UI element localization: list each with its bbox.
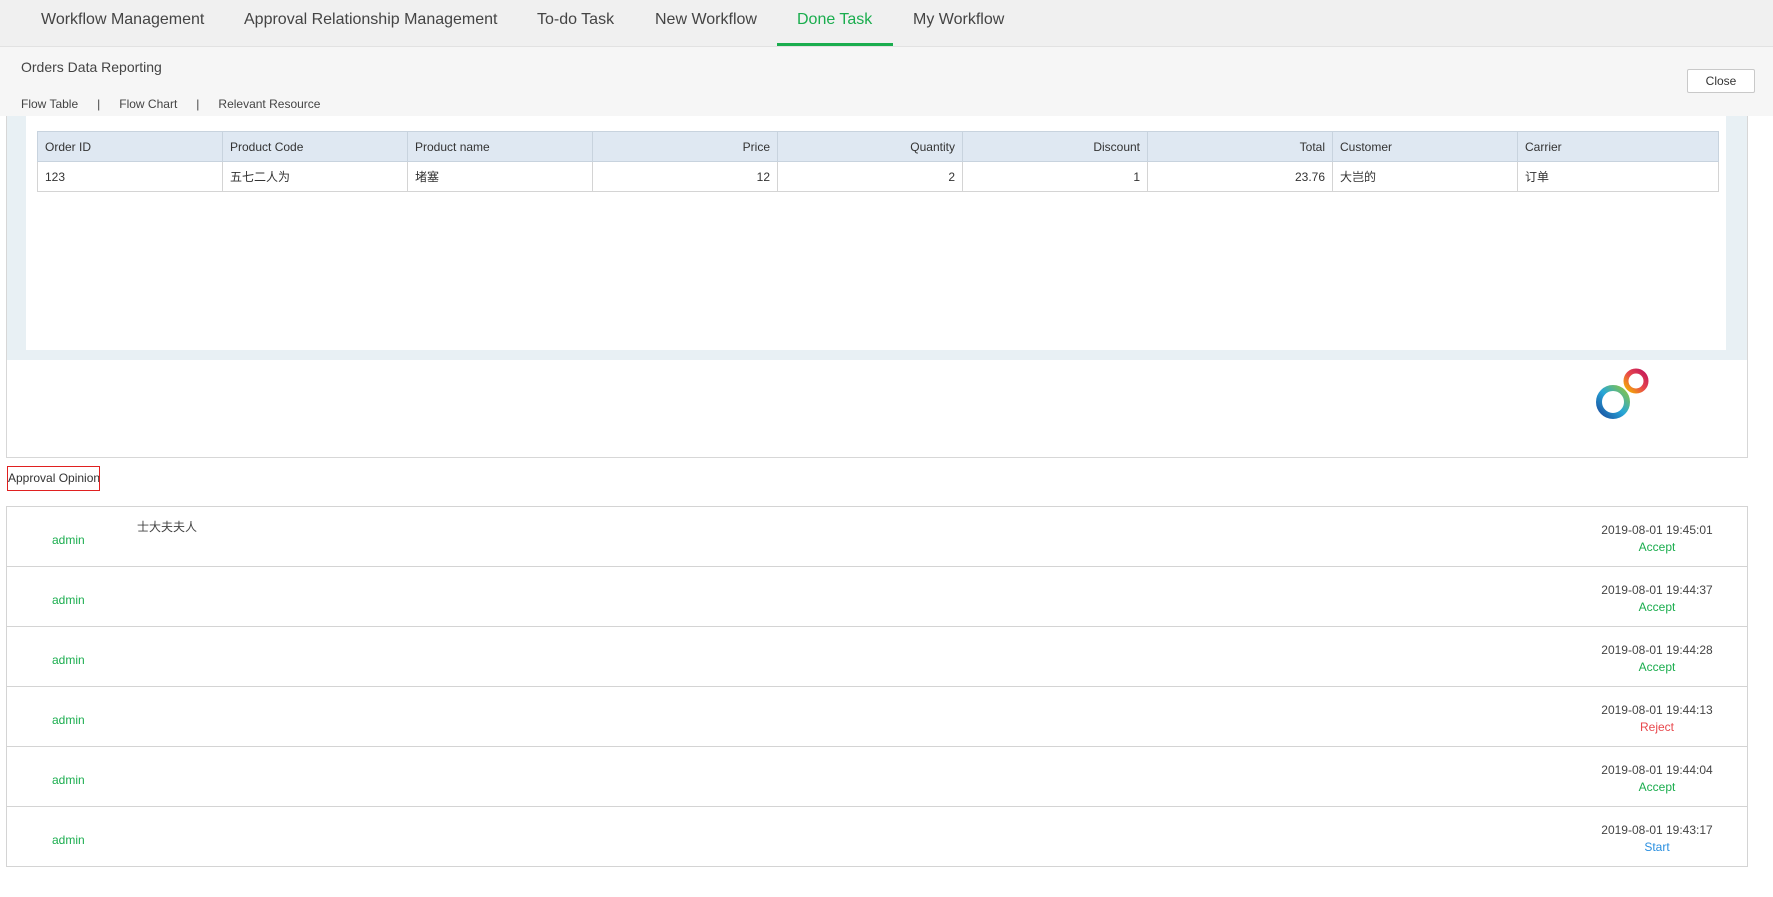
opinion-status: Accept <box>1638 780 1676 794</box>
list-item: admin 2019-08-01 19:44:37 Accept <box>7 566 1747 626</box>
table-header-row: Order ID Product Code Product name Price… <box>37 131 1719 162</box>
list-item: admin 2019-08-01 19:44:04 Accept <box>7 746 1747 806</box>
sub-navigation: Flow Table | Flow Chart | Relevant Resource <box>21 97 320 111</box>
cell-discount: 1 <box>962 161 1148 192</box>
interlocking-rings-logo-icon <box>1596 368 1649 419</box>
opinion-time: 2019-08-01 19:44:28 <box>1601 643 1713 657</box>
opinion-status: Start <box>1644 840 1670 854</box>
order-details-form: Order ID Product Code Product name Price… <box>26 116 1726 350</box>
tab-workflow-management[interactable]: Workflow Management <box>21 0 224 46</box>
cell-carrier: 订单 <box>1517 161 1719 192</box>
list-item: admin 2019-08-01 19:44:13 Reject <box>7 686 1747 746</box>
tab-my-workflow[interactable]: My Workflow <box>893 0 1024 46</box>
approval-opinion-label: Approval Opinion <box>7 466 100 491</box>
column-header-discount: Discount <box>962 131 1148 162</box>
column-header-price: Price <box>592 131 778 162</box>
opinion-time: 2019-08-01 19:44:37 <box>1601 583 1713 597</box>
opinion-status: Accept <box>1638 600 1676 614</box>
list-item: admin 士大夫夫人 2019-08-01 19:45:01 Accept <box>7 507 1747 566</box>
subnav-separator: | <box>97 97 101 111</box>
form-panel: Order ID Product Code Product name Price… <box>6 116 1748 458</box>
cell-total: 23.76 <box>1147 161 1333 192</box>
opinion-time: 2019-08-01 19:44:04 <box>1601 763 1713 777</box>
column-header-product-name: Product name <box>407 131 593 162</box>
column-header-total: Total <box>1147 131 1333 162</box>
subnav-relevant-resource[interactable]: Relevant Resource <box>218 97 320 111</box>
opinion-status: Accept <box>1638 540 1676 554</box>
list-item: admin 2019-08-01 19:43:17 Start <box>7 806 1747 866</box>
subnav-flow-table[interactable]: Flow Table <box>21 97 78 111</box>
opinion-user: admin <box>52 533 85 547</box>
opinion-status: Accept <box>1638 660 1676 674</box>
opinion-comment: 士大夫夫人 <box>137 520 198 534</box>
opinion-user: admin <box>52 713 85 727</box>
column-header-customer: Customer <box>1332 131 1518 162</box>
cell-price: 12 <box>592 161 778 192</box>
cell-customer: 大岂的 <box>1332 161 1518 192</box>
order-table: Order ID Product Code Product name Price… <box>37 131 1719 192</box>
list-item: admin 2019-08-01 19:44:28 Accept <box>7 626 1747 686</box>
opinion-user: admin <box>52 593 85 607</box>
close-button[interactable]: Close <box>1687 69 1755 93</box>
column-header-order-id: Order ID <box>37 131 223 162</box>
opinion-time: 2019-08-01 19:43:17 <box>1601 823 1713 837</box>
table-row: 123 五七二人为 堵塞 12 2 1 23.76 大岂的 订单 <box>37 161 1719 192</box>
tab-done-task[interactable]: Done Task <box>777 0 893 46</box>
opinion-user: admin <box>52 773 85 787</box>
subnav-flow-chart[interactable]: Flow Chart <box>119 97 177 111</box>
column-header-product-code: Product Code <box>222 131 408 162</box>
opinion-user: admin <box>52 833 85 847</box>
opinion-user: admin <box>52 653 85 667</box>
subnav-separator: | <box>196 97 200 111</box>
cell-quantity: 2 <box>777 161 963 192</box>
cell-order-id: 123 <box>37 161 223 192</box>
column-header-quantity: Quantity <box>777 131 963 162</box>
approval-opinion-list: admin 士大夫夫人 2019-08-01 19:45:01 Accept a… <box>6 506 1748 867</box>
tab-approval-relationship-management[interactable]: Approval Relationship Management <box>224 0 517 46</box>
tab-new-workflow[interactable]: New Workflow <box>635 0 777 46</box>
page-title: Orders Data Reporting <box>21 59 162 75</box>
opinion-status: Reject <box>1639 720 1674 734</box>
top-tab-bar: Workflow Management Approval Relationshi… <box>0 0 1773 47</box>
opinion-time: 2019-08-01 19:44:13 <box>1601 703 1713 717</box>
cell-product-code: 五七二人为 <box>222 161 408 192</box>
column-header-carrier: Carrier <box>1517 131 1719 162</box>
page-header: Orders Data Reporting Flow Table | Flow Ch… <box>0 47 1773 116</box>
opinion-time: 2019-08-01 19:45:01 <box>1601 523 1713 537</box>
cell-product-name: 堵塞 <box>407 161 593 192</box>
tab-to-do-task[interactable]: To-do Task <box>517 0 634 46</box>
